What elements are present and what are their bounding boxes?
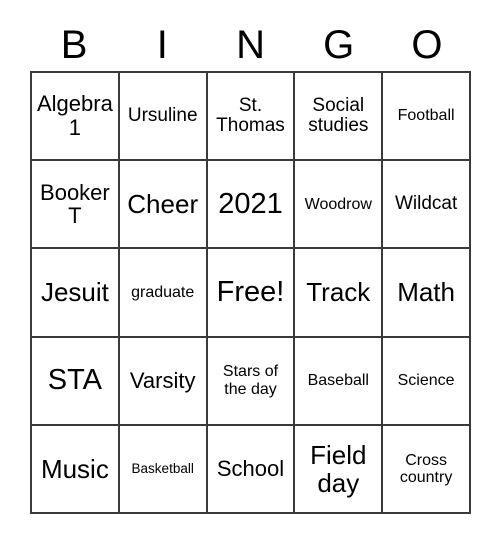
bingo-cell-text: Jesuit	[40, 277, 109, 308]
bingo-cell-g2[interactable]: Woodrow	[295, 161, 384, 250]
bingo-cell-g4[interactable]: Baseball	[295, 337, 384, 426]
bingo-cell-text: Algebra 1	[36, 91, 113, 141]
bingo-cell-i5[interactable]: Basketball	[119, 425, 208, 514]
bingo-cell-text: Music	[40, 453, 109, 484]
bingo-cell-g5[interactable]: Field day	[295, 425, 384, 514]
bingo-header-letter-o: O	[411, 22, 443, 67]
bingo-cell-text: Cheer	[127, 189, 199, 220]
bingo-cell-text: Wildcat	[394, 193, 458, 215]
bingo-header-letter-i: I	[156, 22, 168, 67]
bingo-cell-text: Math	[397, 277, 455, 308]
bingo-cell-o4[interactable]: Science	[383, 337, 471, 426]
bingo-cell-text: School	[216, 456, 285, 482]
bingo-cell-o1[interactable]: Football	[383, 73, 471, 162]
bingo-cell-free-space[interactable]: Free!	[207, 249, 296, 338]
bingo-cell-text: STA	[47, 364, 103, 397]
bingo-cell-text: Cross country	[399, 451, 453, 486]
bingo-cell-n2[interactable]: 2021	[207, 161, 296, 250]
bingo-cell-i4[interactable]: Varsity	[119, 337, 208, 426]
bingo-cell-n5[interactable]: School	[207, 425, 296, 514]
bingo-cell-text: Science	[397, 372, 455, 390]
bingo-cell-i2[interactable]: Cheer	[119, 161, 208, 250]
bingo-cell-o3[interactable]: Math	[383, 249, 471, 338]
bingo-cell-text: Free!	[216, 275, 285, 308]
bingo-card: B I N G O Algebra 1 Ursuline St. Thomas …	[0, 0, 500, 544]
bingo-cell-text: Ursuline	[127, 104, 198, 126]
bingo-cell-text: Varsity	[129, 367, 196, 393]
bingo-cell-text: Basketball	[131, 460, 194, 476]
bingo-cell-b1[interactable]: Algebra 1	[32, 73, 120, 162]
bingo-cell-n1[interactable]: St. Thomas	[207, 73, 296, 162]
bingo-cell-text: 2021	[218, 187, 283, 220]
bingo-cell-text: Stars of the day	[222, 363, 279, 398]
bingo-cell-b4[interactable]: STA	[32, 337, 120, 426]
bingo-cell-text: Track	[306, 277, 371, 308]
bingo-cell-text: Social studies	[308, 94, 369, 137]
bingo-cell-n4[interactable]: Stars of the day	[207, 337, 296, 426]
bingo-cell-b5[interactable]: Music	[32, 425, 120, 514]
bingo-cell-text: Woodrow	[304, 195, 372, 213]
bingo-cell-text: Baseball	[307, 372, 369, 390]
bingo-cell-b2[interactable]: Booker T	[32, 161, 120, 250]
bingo-cell-i3[interactable]: graduate	[119, 249, 208, 338]
bingo-cell-text: graduate	[131, 283, 195, 301]
bingo-header-letter-g: G	[323, 22, 355, 67]
bingo-cell-i1[interactable]: Ursuline	[119, 73, 208, 162]
bingo-cell-o2[interactable]: Wildcat	[383, 161, 471, 250]
bingo-cell-text: Booker T	[40, 179, 110, 229]
bingo-header-letter-b: B	[60, 22, 88, 67]
bingo-grid: Algebra 1 Ursuline St. Thomas Social stu…	[30, 71, 471, 514]
bingo-cell-text: St. Thomas	[216, 94, 285, 137]
bingo-cell-g1[interactable]: Social studies	[295, 73, 384, 162]
bingo-cell-text: Field day	[310, 439, 367, 498]
bingo-header: B I N G O	[30, 18, 471, 71]
bingo-cell-b3[interactable]: Jesuit	[32, 249, 120, 338]
bingo-cell-text: Football	[397, 107, 455, 125]
bingo-cell-o5[interactable]: Cross country	[383, 425, 471, 514]
bingo-header-letter-n: N	[236, 22, 265, 67]
bingo-cell-g3[interactable]: Track	[295, 249, 384, 338]
